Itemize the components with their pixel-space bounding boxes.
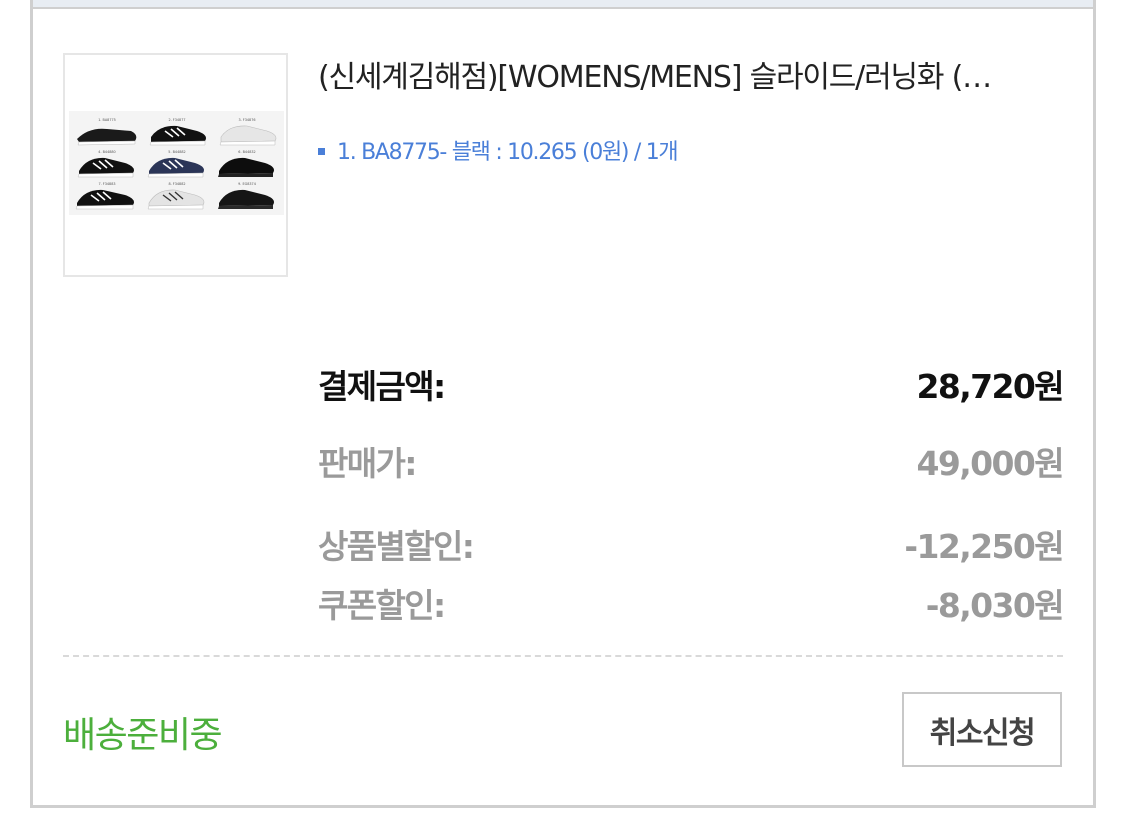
thumbnail-code-label: 6. B44832 xyxy=(238,150,255,154)
delivery-status: 배송준비중 xyxy=(63,715,223,756)
payment-label: 결제금액: xyxy=(318,367,446,406)
dashed-divider xyxy=(63,655,1063,657)
coupon-discount-row: 쿠폰할인: -8,030원 xyxy=(318,579,1065,627)
sale-price-label: 판매가: xyxy=(318,444,417,483)
thumbnail-code-label: 9. EG8374 xyxy=(238,182,256,186)
thumbnail-code-label: 2. F34877 xyxy=(168,118,185,122)
product-title[interactable]: (신세계김해점)[WOMENS/MENS] 슬라이드/러닝화 (… xyxy=(318,52,1063,96)
thumbnail-code-label: 5. B44882 xyxy=(168,150,185,154)
thumbnail-code-label: 1. BA8775 xyxy=(98,118,116,122)
bullet-icon xyxy=(318,147,325,155)
shoe-grid-image: 1. BA8775 2. F34877 3. F34876 4. B44880 5. B… xyxy=(69,111,284,215)
product-discount-value: -12,250원 xyxy=(904,527,1064,566)
product-discount-row: 상품별할인: -12,250원 xyxy=(318,520,1065,568)
thumbnail-code-label: 4. B44880 xyxy=(98,150,115,154)
thumbnail-code-label: 7. F34883 xyxy=(98,182,115,186)
thumbnail-code-label: 8. F34882 xyxy=(168,182,185,186)
thumbnail-code-label: 3. F34876 xyxy=(238,118,255,122)
sale-price-row: 판매가: 49,000원 xyxy=(318,437,1065,485)
payment-row: 결제금액: 28,720원 xyxy=(318,360,1065,408)
cancel-request-button[interactable]: 취소신청 xyxy=(902,692,1062,767)
coupon-discount-label: 쿠폰할인: xyxy=(318,586,446,625)
sale-price-value: 49,000원 xyxy=(916,444,1064,483)
payment-value: 28,720원 xyxy=(916,367,1064,406)
coupon-discount-value: -8,030원 xyxy=(925,586,1065,625)
option-line: 1. BA8775- 블랙 : 10.265 (0원) / 1개 xyxy=(318,134,679,166)
product-thumbnail[interactable]: 1. BA8775 2. F34877 3. F34876 4. B44880 5. B… xyxy=(63,53,288,277)
previous-card-edge xyxy=(30,0,1096,9)
option-text: 1. BA8775- 블랙 : 10.265 (0원) / 1개 xyxy=(337,140,679,165)
product-discount-label: 상품별할인: xyxy=(318,527,475,566)
